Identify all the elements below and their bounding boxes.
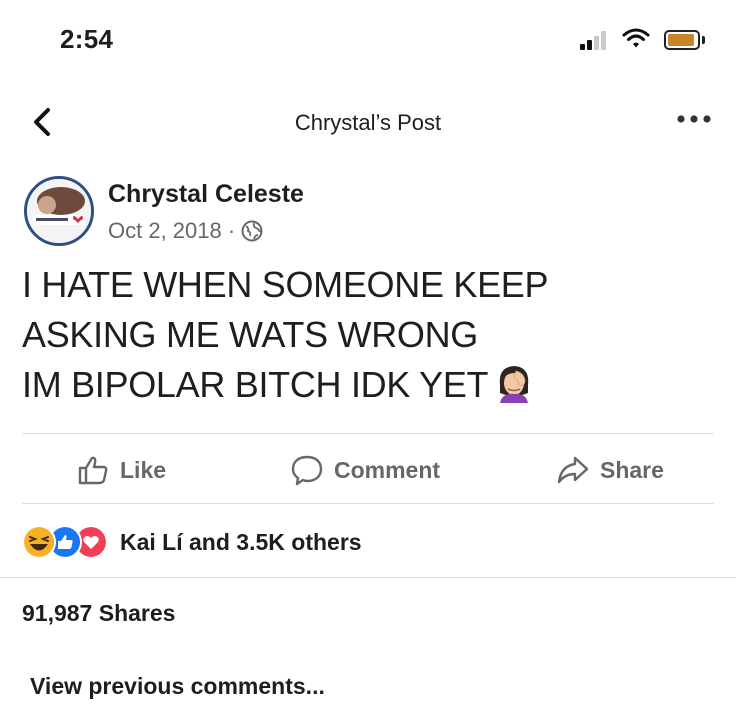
cellular-signal-icon [580, 30, 610, 50]
avatar-image [27, 179, 91, 243]
more-dots-icon[interactable] [676, 113, 712, 125]
comment-button[interactable]: Comment [290, 452, 440, 488]
share-label: Share [600, 456, 664, 483]
status-time: 2:54 [60, 24, 114, 54]
post-line: I HATE WHEN SOMEONE KEEP [22, 264, 549, 305]
page-title: Chrystal’s Post [294, 110, 442, 135]
shares-count[interactable]: 91,987 Shares [22, 600, 175, 627]
divider [22, 433, 714, 434]
view-previous-comments-link[interactable]: View previous comments... [30, 673, 325, 700]
reactions-text: Kai Lí and 3.5K others [120, 528, 362, 555]
post-line: ASKING ME WATS WRONG [22, 314, 479, 355]
wifi-icon [622, 28, 650, 48]
post-date[interactable]: Oct 2, 2018 · [108, 218, 235, 244]
divider [0, 577, 736, 578]
share-arrow-icon [557, 456, 589, 484]
thumbs-up-icon [78, 456, 108, 485]
like-label: Like [120, 456, 167, 483]
post-meta: Oct 2, 2018 · [108, 218, 263, 244]
woman-facepalming-emoji [500, 366, 529, 403]
globe-icon [241, 220, 263, 242]
battery-level [668, 34, 694, 46]
reactions-summary[interactable]: Kai Lí and 3.5K others [22, 525, 362, 559]
avatar[interactable] [24, 176, 94, 246]
comment-icon [291, 455, 323, 486]
haha-reaction-icon [22, 525, 56, 559]
divider [22, 503, 714, 504]
post-line-last: IM BIPOLAR BITCH IDK YET [22, 360, 702, 410]
post-text: I HATE WHEN SOMEONE KEEP ASKING ME WATS … [22, 260, 702, 410]
battery-icon [664, 30, 700, 50]
share-button[interactable]: Share [556, 452, 664, 488]
battery-nub [702, 36, 705, 44]
like-button[interactable]: Like [76, 452, 166, 488]
post-line: IM BIPOLAR BITCH IDK YET [22, 364, 489, 405]
author-name[interactable]: Chrystal Celeste [108, 180, 304, 209]
comment-label: Comment [334, 456, 441, 483]
